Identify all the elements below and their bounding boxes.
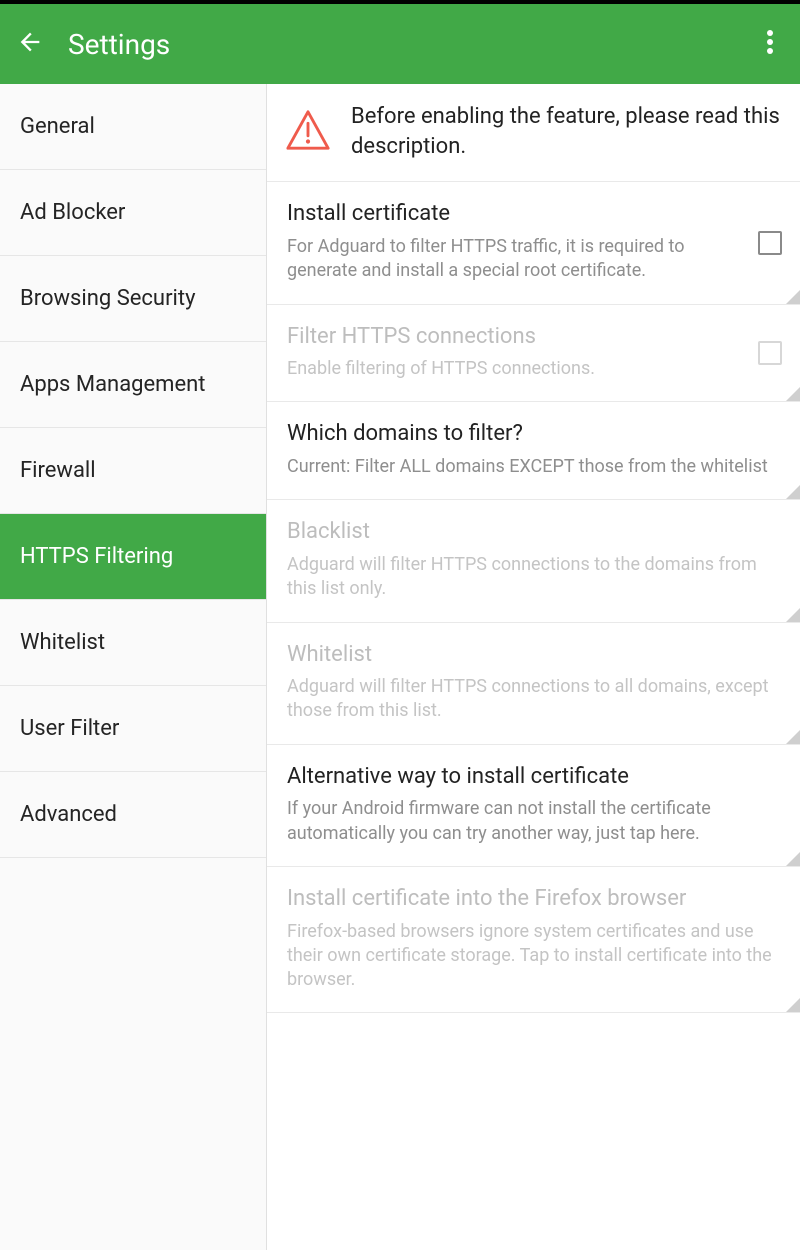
row-title: Install certificate <box>287 200 780 229</box>
row-subtitle: Adguard will filter HTTPS connections to… <box>287 675 780 724</box>
sidebar-item-advanced[interactable]: Advanced <box>0 772 266 858</box>
sidebar-item-label: Ad Blocker <box>20 200 125 225</box>
sidebar-item-whitelist[interactable]: Whitelist <box>0 600 266 686</box>
row-title: Which domains to filter? <box>287 420 780 449</box>
resize-corner-icon <box>786 608 800 622</box>
sidebar-item-user-filter[interactable]: User Filter <box>0 686 266 772</box>
sidebar-item-label: User Filter <box>20 716 119 741</box>
sidebar-item-label: Apps Management <box>20 372 206 397</box>
back-button[interactable] <box>0 4 60 84</box>
alert-triangle-icon <box>285 107 331 157</box>
resize-corner-icon <box>786 485 800 499</box>
settings-sidebar: General Ad Blocker Browsing Security App… <box>0 84 266 1250</box>
row-title: Alternative way to install certificate <box>287 763 780 792</box>
row-filter-https-connections: Filter HTTPS connections Enable filterin… <box>267 305 800 403</box>
sidebar-item-label: Whitelist <box>20 630 105 655</box>
sidebar-item-label: Advanced <box>20 802 117 827</box>
install-certificate-checkbox[interactable] <box>758 231 782 255</box>
sidebar-item-browsing-security[interactable]: Browsing Security <box>0 256 266 342</box>
row-title: Filter HTTPS connections <box>287 323 780 352</box>
row-whitelist: Whitelist Adguard will filter HTTPS conn… <box>267 623 800 745</box>
row-subtitle: Enable filtering of HTTPS connections. <box>287 357 780 381</box>
arrow-left-icon <box>16 28 44 60</box>
row-blacklist: Blacklist Adguard will filter HTTPS conn… <box>267 500 800 622</box>
filter-https-checkbox <box>758 341 782 365</box>
row-install-certificate[interactable]: Install certificate For Adguard to filte… <box>267 182 800 304</box>
sidebar-item-label: General <box>20 114 95 139</box>
sidebar-item-label: Browsing Security <box>20 286 195 311</box>
sidebar-item-apps-management[interactable]: Apps Management <box>0 342 266 428</box>
row-subtitle: If your Android firmware can not install… <box>287 797 780 846</box>
row-subtitle: Current: Filter ALL domains EXCEPT those… <box>287 455 780 479</box>
resize-corner-icon <box>786 852 800 866</box>
overflow-menu-button[interactable] <box>740 4 800 84</box>
row-subtitle: Adguard will filter HTTPS connections to… <box>287 553 780 602</box>
row-subtitle: For Adguard to filter HTTPS traffic, it … <box>287 235 780 284</box>
resize-corner-icon <box>786 998 800 1012</box>
warning-text: Before enabling the feature, please read… <box>351 102 780 161</box>
sidebar-item-general[interactable]: General <box>0 84 266 170</box>
more-vert-icon <box>767 30 773 58</box>
page-title: Settings <box>68 28 740 61</box>
row-title: Blacklist <box>287 518 780 547</box>
row-which-domains[interactable]: Which domains to filter? Current: Filter… <box>267 402 800 500</box>
row-alternative-install[interactable]: Alternative way to install certificate I… <box>267 745 800 867</box>
sidebar-item-ad-blocker[interactable]: Ad Blocker <box>0 170 266 256</box>
app-bar: Settings <box>0 4 800 84</box>
sidebar-item-label: Firewall <box>20 458 96 483</box>
row-title: Install certificate into the Firefox bro… <box>287 885 780 914</box>
resize-corner-icon <box>786 290 800 304</box>
sidebar-item-label: HTTPS Filtering <box>20 544 173 569</box>
warning-banner[interactable]: Before enabling the feature, please read… <box>267 84 800 182</box>
resize-corner-icon <box>786 387 800 401</box>
resize-corner-icon <box>786 730 800 744</box>
settings-content: Before enabling the feature, please read… <box>266 84 800 1250</box>
sidebar-item-https-filtering[interactable]: HTTPS Filtering <box>0 514 266 600</box>
row-firefox-certificate: Install certificate into the Firefox bro… <box>267 867 800 1013</box>
sidebar-item-firewall[interactable]: Firewall <box>0 428 266 514</box>
row-title: Whitelist <box>287 641 780 670</box>
row-subtitle: Firefox-based browsers ignore system cer… <box>287 920 780 993</box>
